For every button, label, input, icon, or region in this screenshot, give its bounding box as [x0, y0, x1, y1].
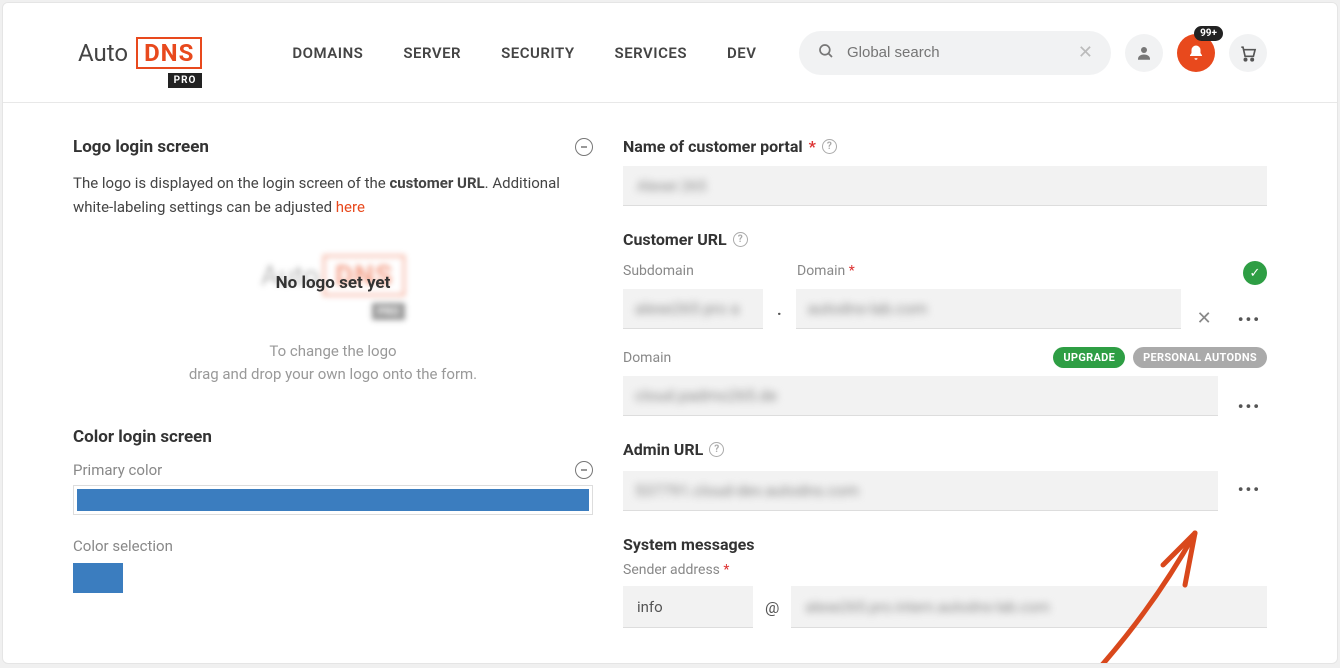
nav-domains[interactable]: DOMAINS: [292, 44, 363, 62]
brand-dns: DNS: [136, 37, 202, 69]
logo-section-head: Logo login screen: [73, 137, 593, 157]
nav-server[interactable]: SERVER: [403, 44, 461, 62]
logo-dropzone[interactable]: Auto DNS PRO No logo set yet To change t…: [73, 259, 593, 385]
sender-domain-input[interactable]: alexe265.pro.intern.autodns-lab.com: [791, 586, 1267, 628]
brand-pro: PRO: [168, 73, 203, 88]
portal-name-input[interactable]: Alexei 265: [623, 166, 1267, 206]
whitelabel-link[interactable]: here: [336, 198, 365, 216]
customer-url-group: Customer URL ? Subdomain Domain * ✓ alex…: [623, 230, 1267, 416]
sender-label: Sender address: [623, 562, 720, 578]
check-icon: ✓: [1243, 261, 1267, 285]
primary-color-label: Primary color: [73, 461, 162, 479]
more-icon[interactable]: •••: [1228, 480, 1267, 499]
customer-url-label: Customer URL: [623, 230, 727, 249]
search-icon: [817, 42, 835, 64]
search-clear-icon[interactable]: ✕: [1078, 42, 1093, 63]
brand-auto: Auto: [78, 39, 128, 67]
nav-dev[interactable]: DEV: [727, 44, 756, 62]
logo-description: The logo is displayed on the login scree…: [73, 171, 593, 219]
no-logo-text: No logo set yet: [73, 273, 593, 293]
system-title: System messages: [623, 535, 755, 554]
user-menu[interactable]: [1125, 34, 1163, 72]
help-icon[interactable]: ?: [822, 139, 837, 154]
help-icon[interactable]: ?: [709, 442, 724, 457]
help-icon[interactable]: ?: [733, 232, 748, 247]
admin-url-label: Admin URL: [623, 440, 703, 459]
domain-head: Domain UPGRADE PERSONAL AUTODNS: [623, 347, 1267, 368]
color-selection-label: Color selection: [73, 537, 593, 555]
global-search[interactable]: ✕: [799, 31, 1111, 75]
primary-color-bar: [77, 489, 589, 511]
app-frame: Auto DNS PRO DOMAINS SERVER SECURITY SER…: [2, 2, 1338, 664]
more-icon[interactable]: •••: [1228, 310, 1267, 329]
admin-url-group: Admin URL ? 537791.cloud-dev.autodns.com…: [623, 440, 1267, 511]
clear-icon[interactable]: ✕: [1191, 308, 1218, 329]
content: Logo login screen The logo is displayed …: [3, 103, 1337, 663]
upgrade-pill[interactable]: UPGRADE: [1053, 347, 1125, 368]
left-column: Logo login screen The logo is displayed …: [73, 137, 593, 663]
color-title: Color login screen: [73, 427, 593, 447]
logo-hint: To change the logo drag and drop your ow…: [73, 340, 593, 385]
domain2-label: Domain: [623, 350, 671, 366]
notifications-button[interactable]: 99+: [1177, 34, 1215, 72]
subdomain-input[interactable]: alexe265 pro a: [623, 289, 763, 329]
nav-services[interactable]: SERVICES: [615, 44, 687, 62]
at-symbol: @: [765, 598, 779, 617]
subdomain-label: Subdomain: [623, 263, 763, 279]
search-input[interactable]: [847, 44, 1078, 61]
domain2-input[interactable]: cloud.padmo265.de: [623, 376, 1218, 416]
notifications-badge: 99+: [1194, 26, 1223, 41]
portal-name-label: Name of customer portal: [623, 137, 803, 156]
logo-title: Logo login screen: [73, 137, 209, 157]
primary-color-input[interactable]: [73, 485, 593, 515]
header: Auto DNS PRO DOMAINS SERVER SECURITY SER…: [3, 3, 1337, 103]
brand-logo: Auto DNS PRO: [78, 37, 202, 69]
admin-url-input[interactable]: 537791.cloud-dev.autodns.com: [623, 471, 1218, 511]
portal-name-group: Name of customer portal * ? Alexei 265: [623, 137, 1267, 206]
right-column: Name of customer portal * ? Alexei 265 C…: [623, 137, 1267, 663]
required-marker: *: [809, 137, 816, 156]
primary-color-row: Primary color: [73, 461, 593, 479]
dot-separator: .: [773, 300, 786, 329]
nav-security[interactable]: SECURITY: [501, 44, 574, 62]
personal-pill: PERSONAL AUTODNS: [1133, 347, 1267, 368]
domain-label: Domain *: [797, 263, 1233, 279]
cart-button[interactable]: [1229, 34, 1267, 72]
domain-input[interactable]: autodns-lab.com: [796, 289, 1181, 329]
sender-local-input[interactable]: info: [623, 586, 753, 628]
system-messages-group: System messages Sender address * info @ …: [623, 535, 1267, 628]
main-nav: DOMAINS SERVER SECURITY SERVICES DEV: [292, 44, 756, 62]
more-icon[interactable]: •••: [1228, 397, 1267, 416]
collapse-icon[interactable]: [575, 461, 593, 479]
color-section: Color login screen Primary color Color s…: [73, 427, 593, 593]
collapse-icon[interactable]: [575, 138, 593, 156]
color-swatch[interactable]: [73, 563, 123, 593]
